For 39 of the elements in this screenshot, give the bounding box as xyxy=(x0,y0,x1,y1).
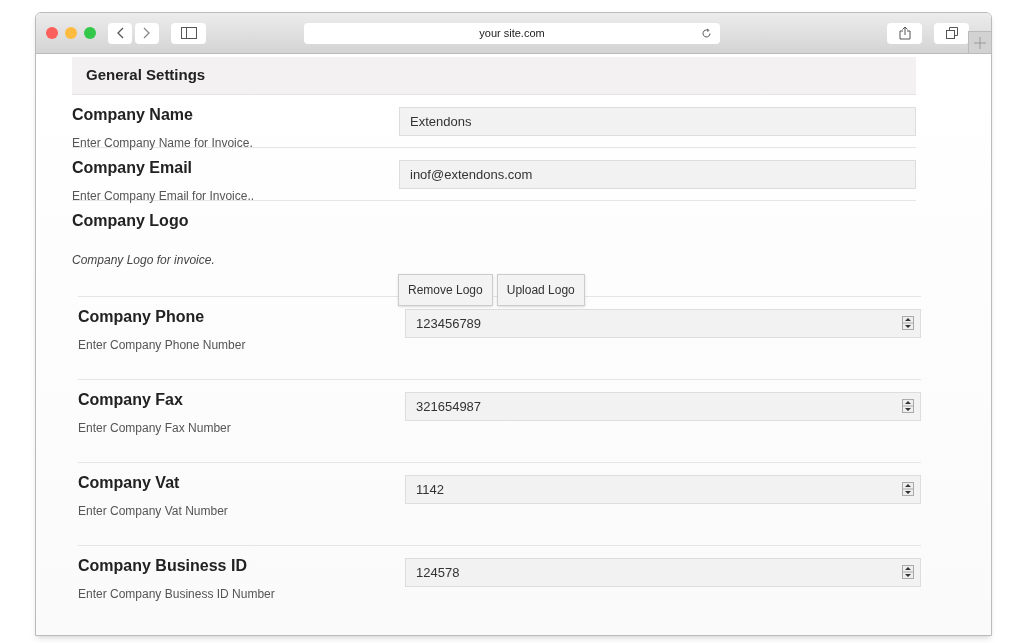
plus-icon xyxy=(974,36,986,49)
spinner-icon[interactable] xyxy=(902,316,914,330)
spinner-icon[interactable] xyxy=(902,399,914,413)
field-label: Company Business ID xyxy=(78,556,247,576)
address-bar[interactable]: your site.com xyxy=(304,22,720,44)
number-field[interactable]: 124578 xyxy=(405,558,921,587)
sidebar-button[interactable] xyxy=(171,22,206,44)
field-label: Company Logo xyxy=(72,211,189,231)
input-field[interactable]: inof@extendons.com xyxy=(399,160,916,189)
spinner-icon[interactable] xyxy=(902,482,914,496)
sidebar-icon xyxy=(180,27,197,39)
field-description: Enter Company Fax Number xyxy=(78,420,231,436)
field-description: Enter Company Name for Invoice. xyxy=(72,135,253,151)
share-icon xyxy=(898,26,911,40)
reload-icon[interactable] xyxy=(701,27,712,39)
logo-button[interactable]: Remove Logo xyxy=(398,274,493,306)
back-icon xyxy=(116,27,124,39)
forward-icon xyxy=(143,27,151,39)
field-label: Company Email xyxy=(72,158,193,178)
field-label: Company Phone xyxy=(78,307,205,327)
field-description: Enter Company Vat Number xyxy=(78,503,228,519)
field-label: Company Vat xyxy=(78,473,180,493)
number-field[interactable]: 1142 xyxy=(405,475,921,504)
field-label: Company Name xyxy=(72,105,193,125)
field-description: Enter Company Email for Invoice.. xyxy=(72,188,255,204)
tabs-icon xyxy=(945,27,958,39)
number-field[interactable]: 321654987 xyxy=(405,392,921,421)
input-field[interactable]: Extendons xyxy=(399,107,916,136)
spinner-icon[interactable] xyxy=(902,565,914,579)
tabs-button[interactable] xyxy=(934,22,969,44)
field-description: Enter Company Phone Number xyxy=(78,337,246,353)
share-button[interactable] xyxy=(887,22,922,44)
field-label: Company Fax xyxy=(78,390,183,410)
section-title: General Settings xyxy=(86,65,206,86)
back-button[interactable] xyxy=(108,22,132,44)
number-field[interactable]: 123456789 xyxy=(405,309,921,338)
logo-button[interactable]: Upload Logo xyxy=(496,274,585,306)
field-description: Company Logo for invoice. xyxy=(72,252,215,268)
field-description: Enter Company Business ID Number xyxy=(78,586,275,602)
